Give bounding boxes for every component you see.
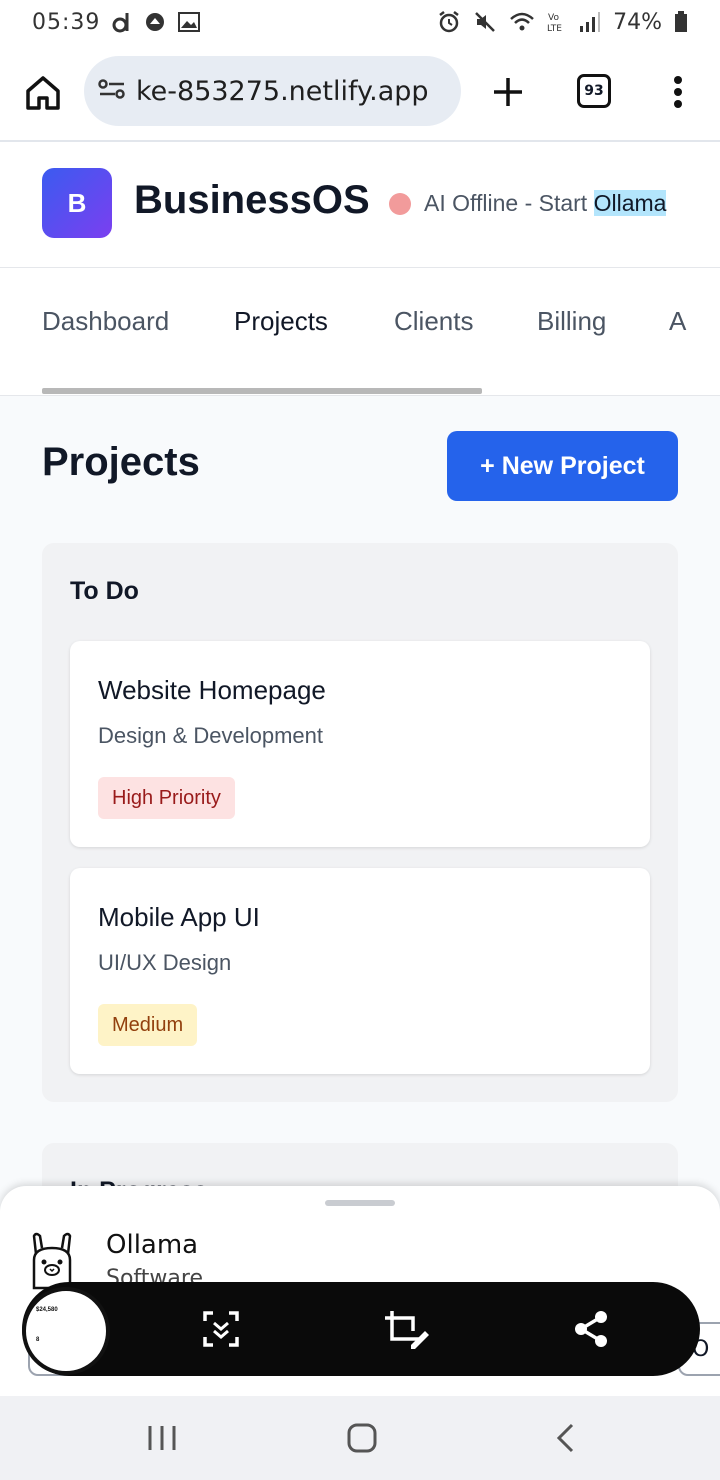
- alarm-icon: [437, 10, 461, 34]
- tab-projects[interactable]: Projects: [234, 306, 328, 337]
- status-time: 05:39: [32, 9, 101, 35]
- back-icon[interactable]: [546, 1418, 586, 1458]
- thumbnail-value-2: 8: [36, 1337, 40, 1343]
- app-logo: B: [42, 168, 112, 238]
- gallery-icon: [178, 12, 201, 32]
- new-tab-icon[interactable]: [488, 72, 528, 112]
- ai-status-prefix: AI Offline - Start: [424, 190, 594, 216]
- tab-truncated[interactable]: A: [669, 306, 686, 337]
- battery-percent: 74%: [613, 9, 662, 35]
- status-bar: 05:39 Vo LTE 74%: [0, 0, 720, 44]
- scroll-capture-icon[interactable]: [198, 1306, 244, 1352]
- svg-text:LTE: LTE: [547, 24, 562, 34]
- url-text: ke-853275.netlify.app: [136, 75, 429, 107]
- ai-status-text: AI Offline - Start Ollama: [424, 190, 667, 217]
- site-settings-icon[interactable]: [98, 78, 126, 105]
- tab-clients[interactable]: Clients: [394, 306, 473, 337]
- project-card[interactable]: Website Homepage Design & Development Hi…: [70, 641, 650, 847]
- new-project-button[interactable]: + New Project: [447, 431, 678, 501]
- card-title: Website Homepage: [98, 675, 326, 705]
- recent-apps-icon[interactable]: [142, 1418, 182, 1458]
- ai-status-dot: [389, 193, 411, 215]
- app-title: BusinessOS: [134, 178, 370, 222]
- share-icon[interactable]: [568, 1306, 614, 1352]
- wifi-icon: [509, 11, 535, 33]
- home-nav-icon[interactable]: [342, 1418, 382, 1458]
- notification-icon: [144, 11, 166, 33]
- main-nav: Dashboard Projects Clients Billing A: [0, 268, 720, 396]
- mute-icon: [473, 10, 497, 34]
- address-bar[interactable]: ke-853275.netlify.app: [84, 56, 461, 126]
- kanban-column-todo: To Do Website Homepage Design & Developm…: [42, 543, 678, 1102]
- status-bar-left: 05:39: [32, 9, 201, 35]
- d-app-icon: [112, 11, 132, 33]
- home-icon[interactable]: [24, 74, 62, 112]
- tab-switcher-button[interactable]: 93: [577, 74, 611, 108]
- card-subtitle: Design & Development: [98, 723, 324, 748]
- card-subtitle: UI/UX Design: [98, 950, 232, 975]
- signal-icon: [579, 11, 601, 33]
- page-title: Projects: [42, 440, 200, 484]
- priority-badge: Medium: [98, 1004, 198, 1046]
- nav-scrollbar[interactable]: [42, 388, 482, 394]
- battery-icon: [674, 11, 688, 33]
- more-menu-icon[interactable]: [670, 72, 686, 112]
- tab-billing[interactable]: Billing: [537, 306, 606, 337]
- priority-badge: High Priority: [98, 777, 235, 819]
- volte-icon: Vo LTE: [547, 10, 567, 34]
- sheet-app-name: Ollama: [106, 1230, 199, 1260]
- browser-toolbar: ke-853275.netlify.app 93: [0, 44, 720, 142]
- android-nav-bar: [0, 1396, 720, 1480]
- app-header: B BusinessOS AI Offline - Start Ollama: [0, 142, 720, 268]
- status-bar-right: Vo LTE 74%: [437, 10, 688, 35]
- thumbnail-value: $24,580: [36, 1307, 58, 1313]
- sheet-drag-handle[interactable]: [325, 1200, 395, 1206]
- project-card[interactable]: Mobile App UI UI/UX Design Medium: [70, 868, 650, 1074]
- card-title: Mobile App UI: [98, 902, 260, 932]
- screenshot-thumbnail[interactable]: $24,580 8: [22, 1287, 110, 1375]
- tab-dashboard[interactable]: Dashboard: [42, 306, 169, 337]
- column-title: To Do: [70, 577, 139, 605]
- crop-edit-icon[interactable]: [383, 1306, 429, 1352]
- svg-text:Vo: Vo: [548, 13, 559, 23]
- ai-status-highlight: Ollama: [593, 190, 667, 216]
